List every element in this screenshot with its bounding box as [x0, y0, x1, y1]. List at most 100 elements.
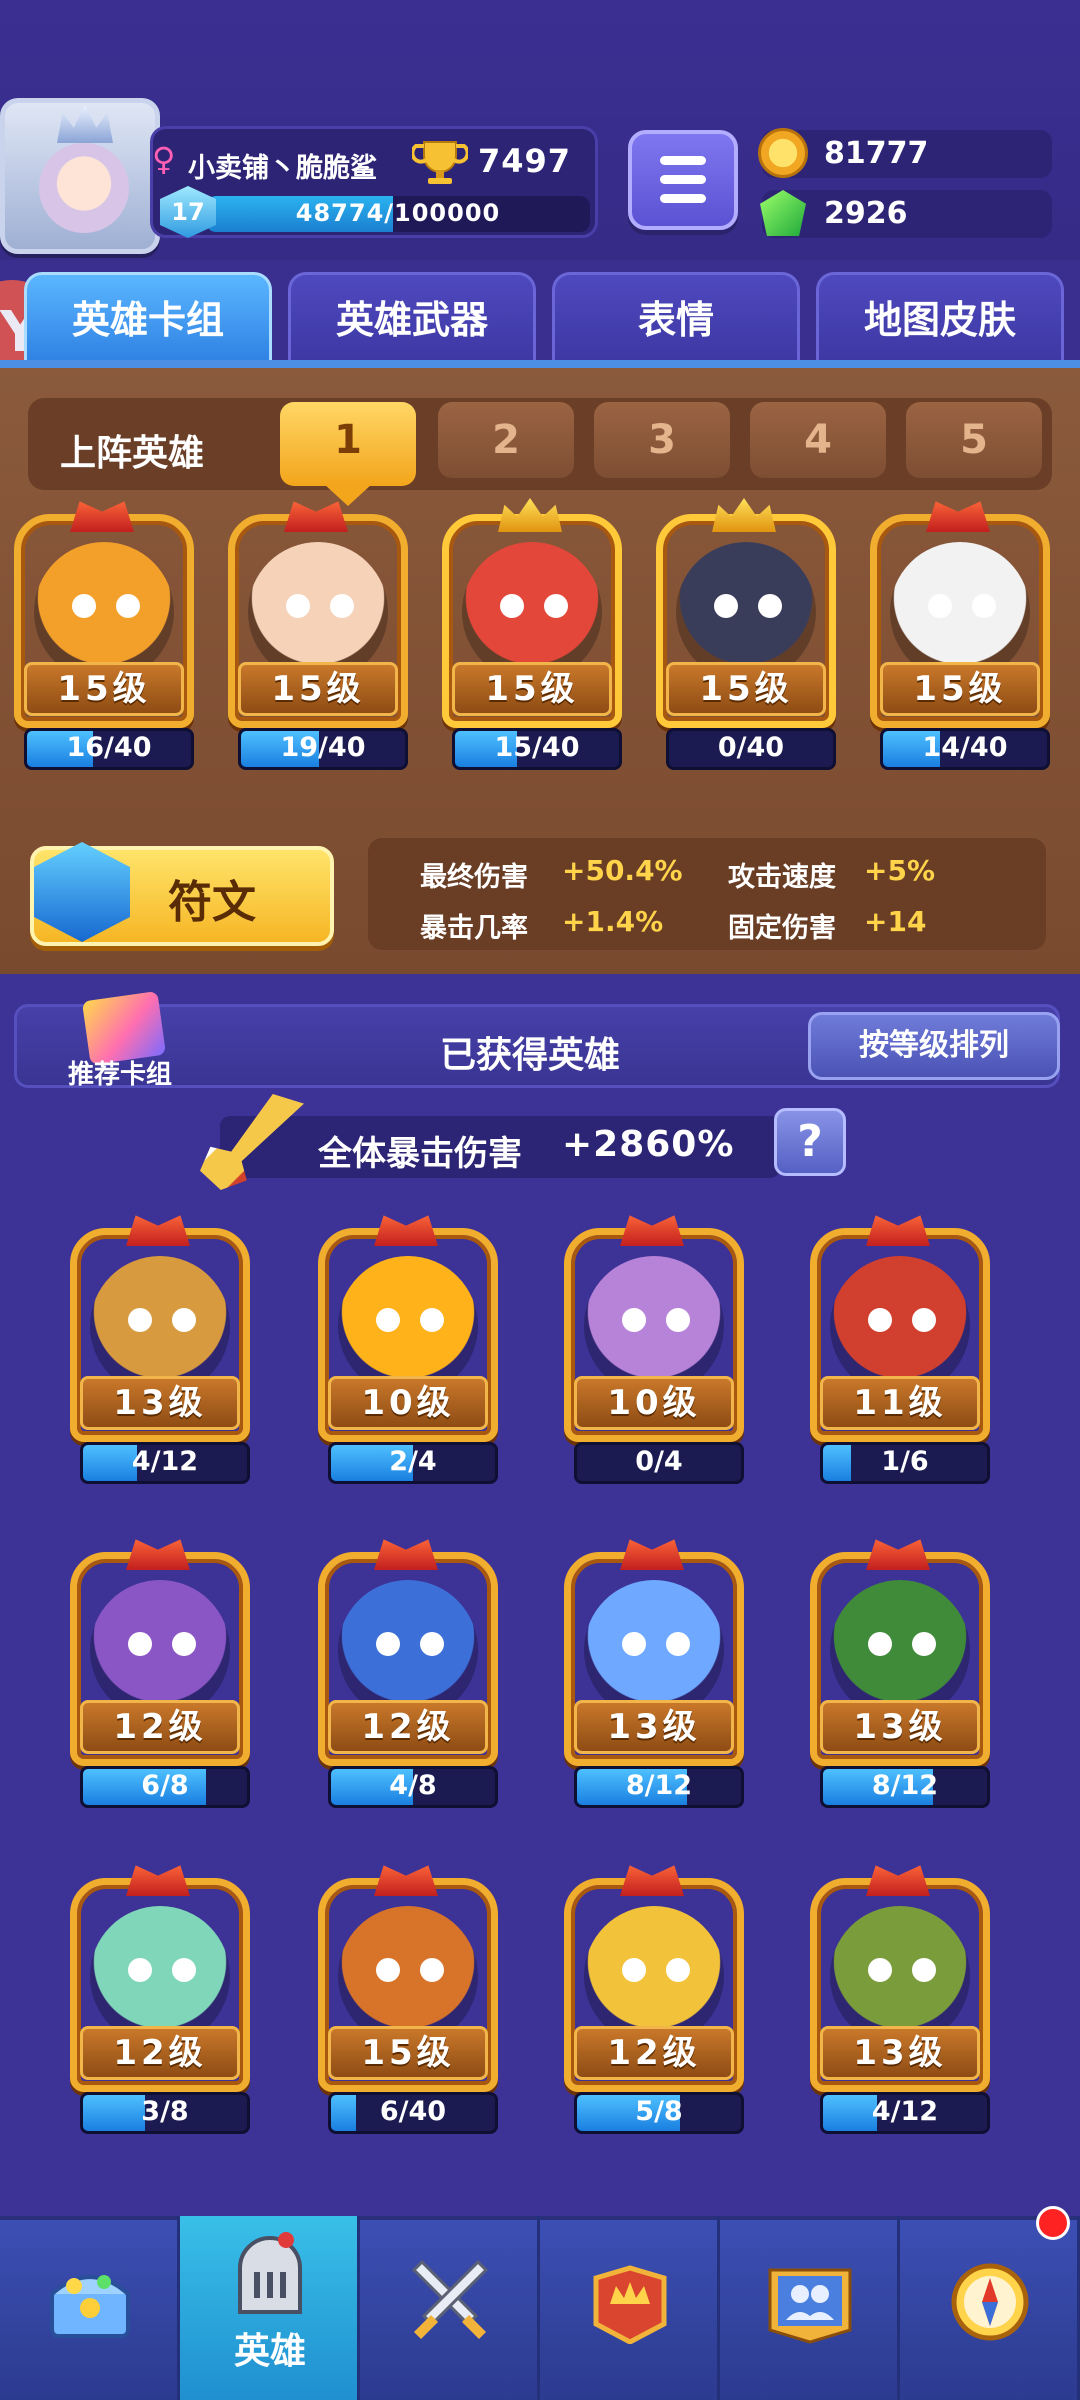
hero-portrait	[584, 1256, 724, 1396]
sort-by-level-button[interactable]: 按等级排列	[808, 1012, 1060, 1080]
hero-eye	[972, 594, 996, 618]
hero-eye	[172, 1958, 196, 1982]
collection-hero-card[interactable]: 12级 6/8	[70, 1532, 270, 1832]
menu-icon-line	[660, 175, 706, 184]
hero-portrait	[462, 542, 602, 682]
hero-card-count: 14/40	[922, 732, 1008, 763]
compass-icon	[944, 2260, 1036, 2344]
crown-icon	[498, 498, 562, 532]
hero-eye	[128, 1632, 152, 1656]
hero-eye	[868, 1308, 892, 1332]
tab-emotes[interactable]: 表情	[552, 272, 800, 366]
player-avatar[interactable]	[0, 98, 160, 254]
tab-map-skins[interactable]: 地图皮肤	[816, 272, 1064, 366]
lineup-slot-2[interactable]: 2	[438, 402, 574, 478]
hero-portrait	[830, 1906, 970, 2046]
crest-icon	[126, 1865, 190, 1896]
hero-eye	[420, 1958, 444, 1982]
hero-card-count: 0/40	[717, 732, 785, 763]
menu-icon	[660, 156, 706, 165]
hero-card-count: 19/40	[280, 732, 366, 763]
collection-hero-card[interactable]: 12级 5/8	[564, 1858, 764, 2158]
collection-title: 已获得英雄	[440, 1035, 621, 1076]
hero-portrait	[34, 542, 174, 682]
hero-eye	[868, 1632, 892, 1656]
hero-eye	[666, 1958, 690, 1982]
nav-item-treasure-chest[interactable]	[0, 2216, 180, 2400]
hero-card-count: 8/12	[871, 1770, 939, 1801]
crown-shield-icon	[584, 2260, 676, 2345]
crest-icon	[374, 1215, 438, 1246]
hero-eye	[172, 1308, 196, 1332]
nav-item-knight-helmet[interactable]: 英雄	[180, 2216, 360, 2400]
hero-card-count: 2/4	[389, 1446, 437, 1477]
hero-eye	[622, 1958, 646, 1982]
crown-icon	[712, 498, 776, 532]
lineup-slot-3[interactable]: 3	[594, 402, 730, 478]
collection-hero-card[interactable]: 10级 0/4	[564, 1208, 764, 1508]
hero-card-count: 4/12	[131, 1446, 199, 1477]
tab-hero-weapons[interactable]: 英雄武器	[288, 272, 536, 366]
rune-label: 符文	[168, 877, 256, 928]
lineup-slot-1[interactable]: 1	[280, 402, 416, 506]
hero-eye	[116, 594, 140, 618]
collection-hero-card[interactable]: 10级 2/4	[318, 1208, 518, 1508]
hero-card-count: 4/12	[871, 2096, 939, 2127]
hero-eye	[912, 1958, 936, 1982]
crest-icon	[374, 1539, 438, 1570]
crest-icon	[866, 1215, 930, 1246]
lineup-slot-5[interactable]: 5	[906, 402, 1042, 478]
lineup-hero-card[interactable]: 15级 0/40	[656, 494, 856, 794]
collection-hero-card[interactable]: 13级 8/12	[564, 1532, 764, 1832]
hero-card-count: 1/6	[881, 1446, 929, 1477]
lineup-hero-card[interactable]: 15级 15/40	[442, 494, 642, 794]
lineup-hero-card[interactable]: 15级 16/40	[14, 494, 214, 794]
friends-icon	[764, 2260, 856, 2344]
nav-item-friends[interactable]	[720, 2216, 900, 2400]
collection-hero-card[interactable]: 13级 4/12	[70, 1208, 270, 1508]
hero-portrait	[890, 542, 1030, 682]
recommended-deck-label[interactable]: 推荐卡组	[68, 1054, 172, 1091]
collection-hero-card[interactable]: 13级 4/12	[810, 1858, 1010, 2158]
collection-hero-card[interactable]: 12级 3/8	[70, 1858, 270, 2158]
hero-portrait	[338, 1580, 478, 1720]
crit-damage-label: 全体暴击伤害	[318, 1134, 522, 1174]
crest-icon	[620, 1865, 684, 1896]
hero-portrait	[676, 542, 816, 682]
collection-hero-card[interactable]: 13级 8/12	[810, 1532, 1010, 1832]
crest-icon	[926, 501, 990, 532]
collection-hero-card[interactable]: 15级 6/40	[318, 1858, 518, 2158]
hero-level: 15级	[328, 2026, 488, 2080]
hero-eye	[868, 1958, 892, 1982]
hero-level: 10级	[328, 1376, 488, 1430]
hero-card-count: 8/12	[625, 1770, 693, 1801]
tab-hero-deck[interactable]: 英雄卡组	[24, 272, 272, 366]
hero-eye	[420, 1632, 444, 1656]
stat-fixed-damage-label: 固定伤害	[728, 913, 836, 944]
stat-fixed-damage-value: +14	[864, 905, 927, 938]
hero-portrait	[90, 1256, 230, 1396]
crit-damage-value: +2860%	[562, 1124, 735, 1165]
hero-eye	[172, 1632, 196, 1656]
nav-item-crown-shield[interactable]	[540, 2216, 720, 2400]
hero-portrait	[338, 1256, 478, 1396]
lineup-slot-4[interactable]: 4	[750, 402, 886, 478]
lineup-hero-card[interactable]: 15级 14/40	[870, 494, 1070, 794]
lineup-hero-card[interactable]: 15级 19/40	[228, 494, 428, 794]
nav-item-crossed-swords[interactable]	[360, 2216, 540, 2400]
trophy-count: 7497	[478, 142, 572, 180]
help-button[interactable]: ?	[774, 1108, 846, 1176]
trophy-icon	[412, 141, 468, 184]
hero-portrait	[90, 1906, 230, 2046]
collection-hero-card[interactable]: 12级 4/8	[318, 1532, 518, 1832]
hero-card-count: 16/40	[66, 732, 152, 763]
hero-card-count: 3/8	[141, 2096, 189, 2127]
collection-hero-card[interactable]: 11级 1/6	[810, 1208, 1010, 1508]
crest-icon	[620, 1539, 684, 1570]
nav-item-compass[interactable]	[900, 2216, 1080, 2400]
hero-card-count: 0/4	[635, 1446, 683, 1477]
hero-eye	[420, 1308, 444, 1332]
menu-button[interactable]	[628, 130, 738, 230]
hero-eye	[376, 1308, 400, 1332]
nav-label: 英雄	[233, 2331, 306, 2372]
